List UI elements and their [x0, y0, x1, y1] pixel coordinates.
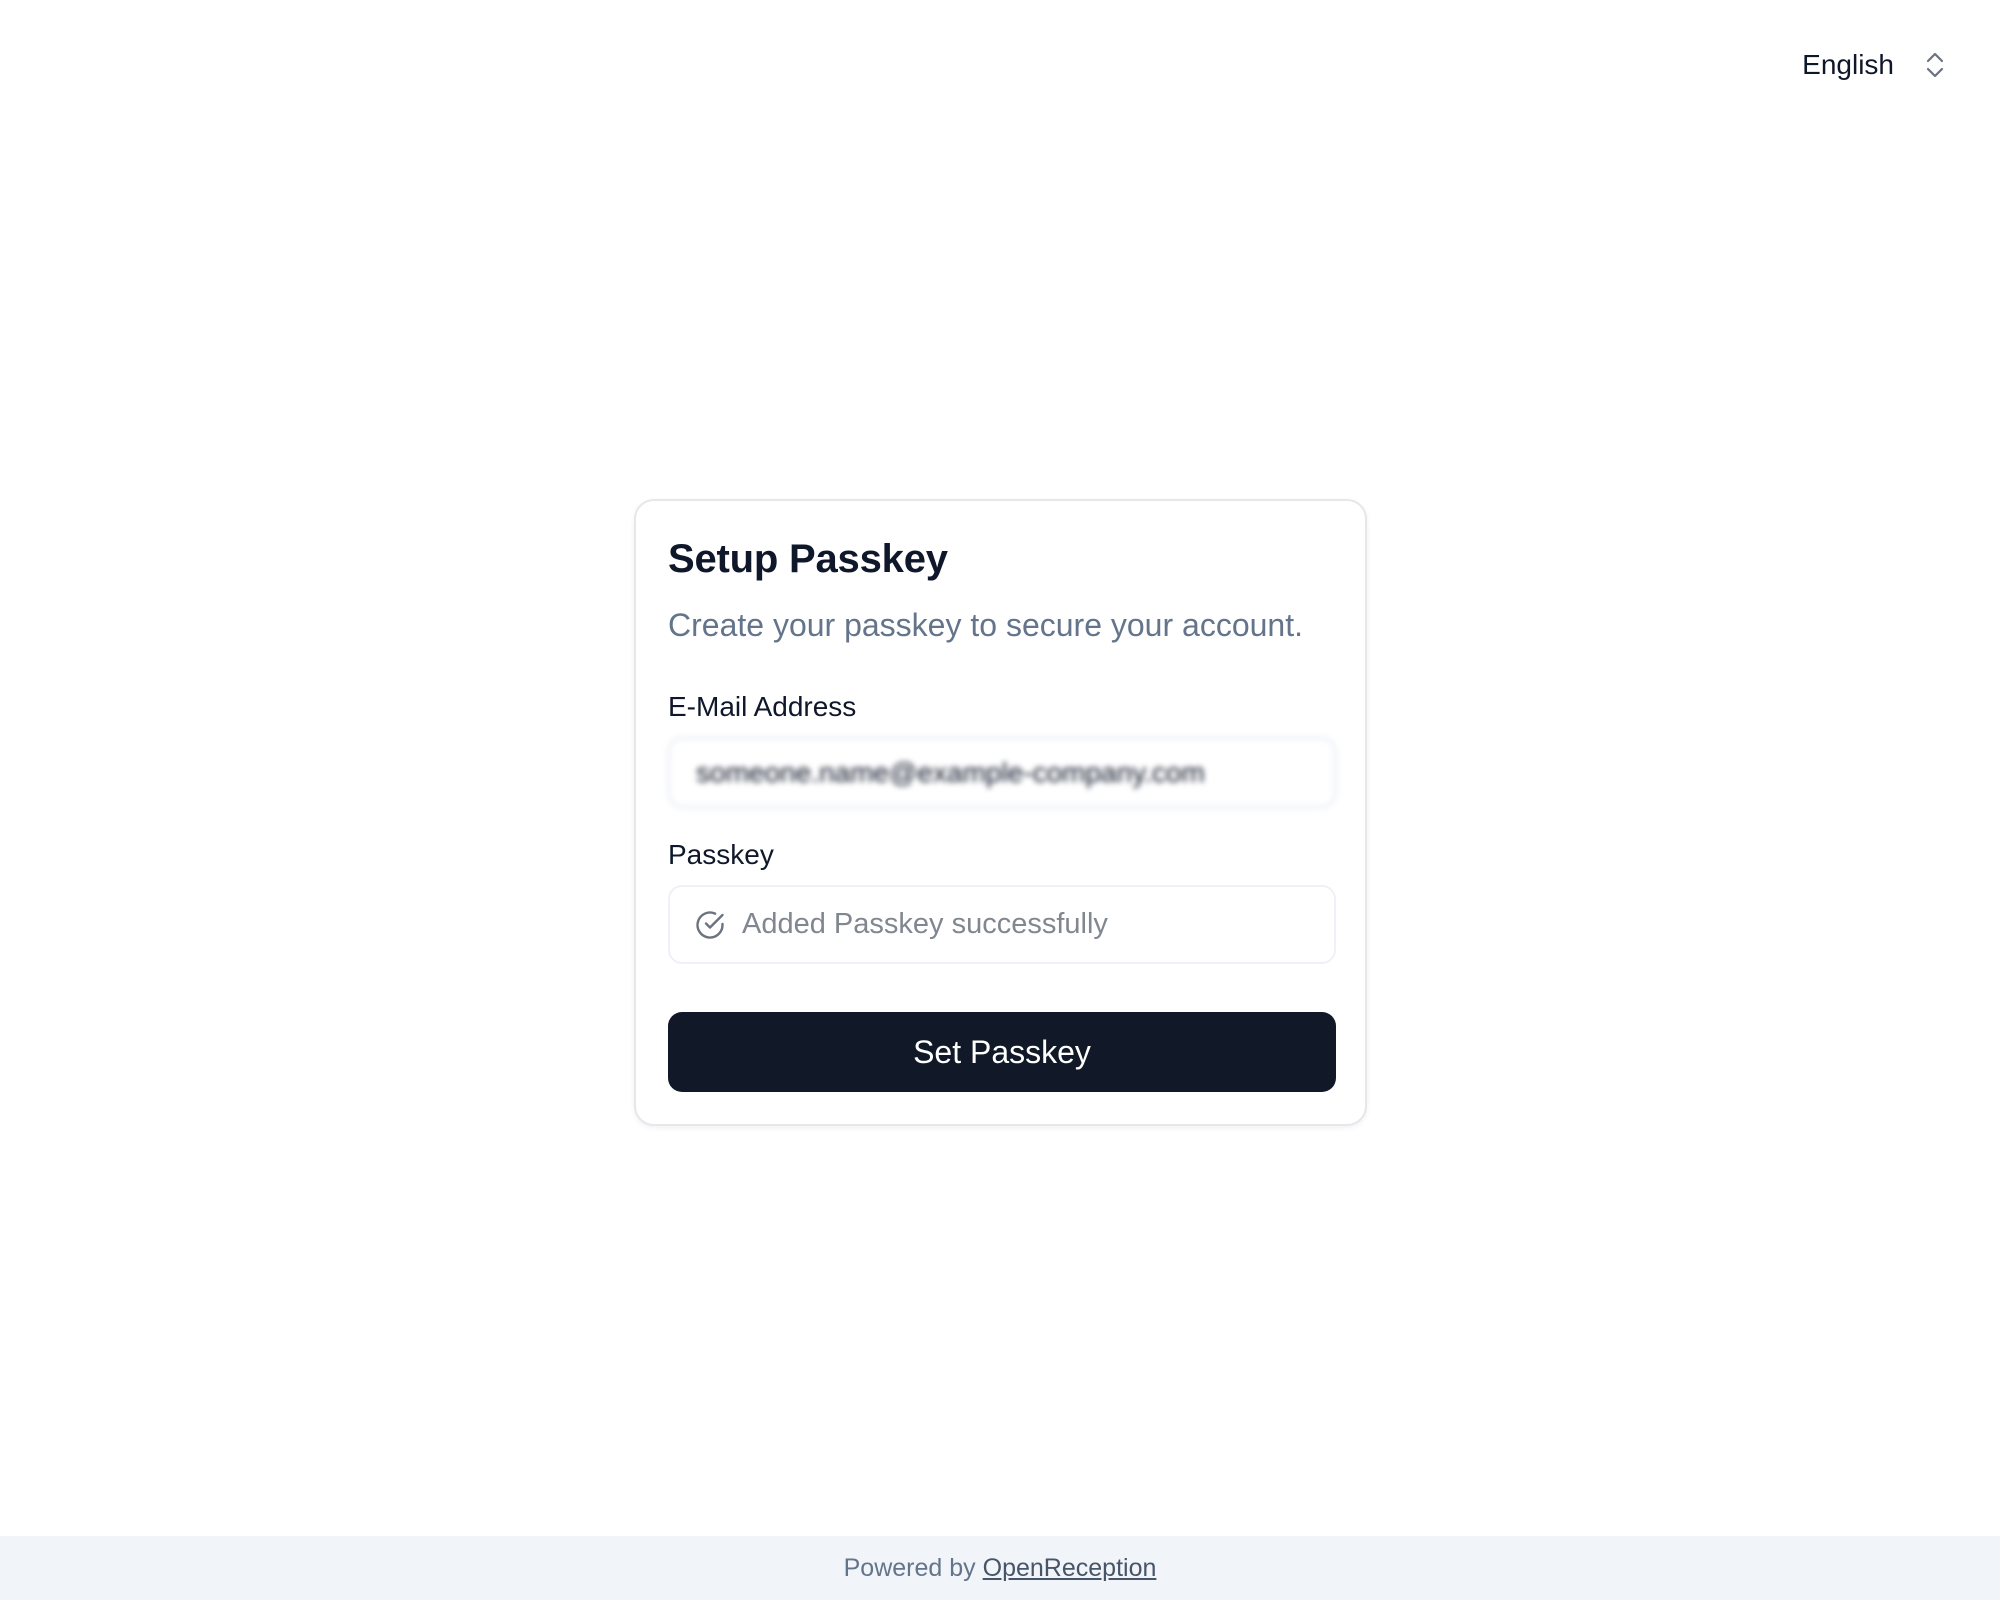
chevron-up-down-icon: [1926, 52, 1944, 78]
passkey-label: Passkey: [668, 839, 774, 870]
card-subtitle: Create your passkey to secure your accou…: [668, 607, 1303, 643]
footer: Powered by OpenReception: [0, 1536, 2000, 1600]
passkey-status-box: Added Passkey successfully: [668, 885, 1336, 964]
language-select-value: English: [1802, 49, 1894, 80]
check-circle-icon: [696, 910, 724, 939]
set-passkey-button[interactable]: Set Passkey: [668, 1012, 1336, 1092]
passkey-status-text: Added Passkey successfully: [742, 908, 1108, 940]
language-select[interactable]: English: [1788, 40, 1960, 90]
email-field[interactable]: [668, 737, 1336, 808]
page: English Setup Passkey Create your passke…: [0, 0, 2000, 1600]
email-label: E-Mail Address: [668, 691, 857, 722]
footer-prefix: Powered by: [843, 1553, 976, 1582]
openreception-link[interactable]: OpenReception: [983, 1554, 1157, 1583]
card-title: Setup Passkey: [668, 537, 948, 581]
passkey-setup-card: Setup Passkey Create your passkey to sec…: [634, 499, 1367, 1126]
